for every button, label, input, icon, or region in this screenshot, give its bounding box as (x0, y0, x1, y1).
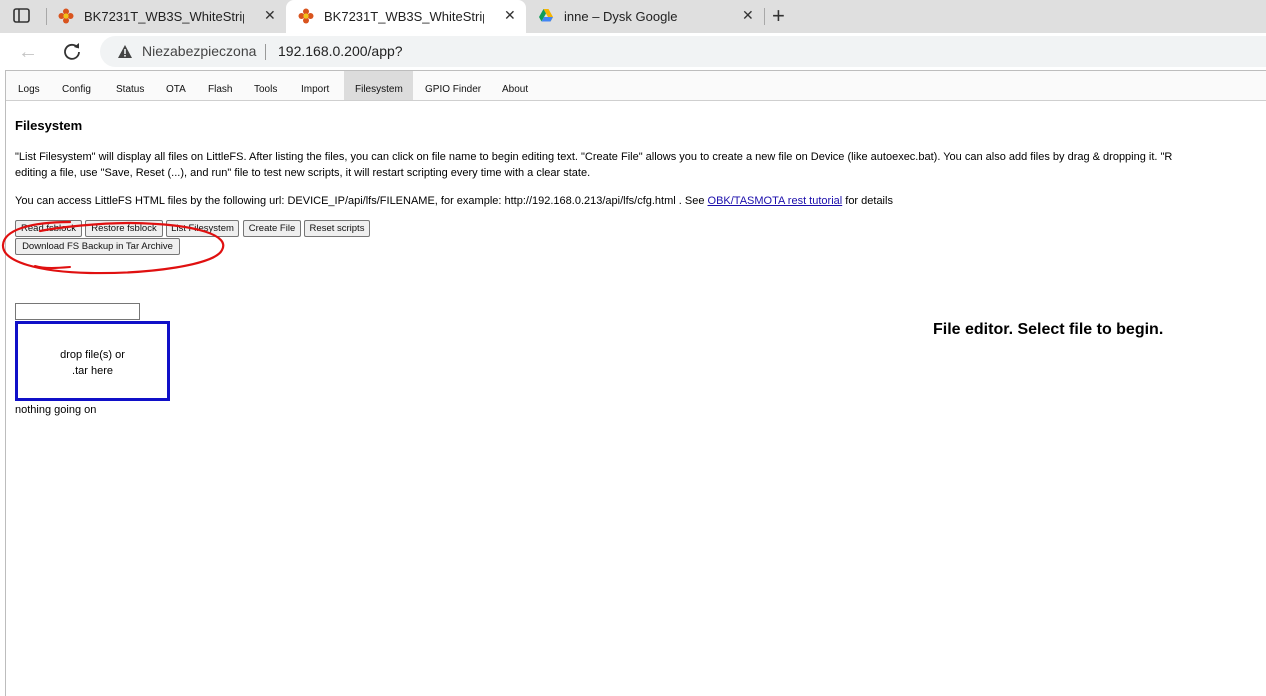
tab-tools[interactable]: Tools (246, 71, 285, 100)
tab-actions-icon[interactable] (12, 7, 32, 25)
filename-input[interactable] (15, 303, 140, 320)
browser-toolbar: ← Niezabezpieczona 192.168.0.200/app? (0, 33, 1266, 70)
list-filesystem-button[interactable]: List Filesystem (166, 220, 239, 237)
browser-tab-3[interactable]: inne – Dysk Google ✕ (526, 0, 764, 33)
dropzone-line-1: drop file(s) or (60, 349, 125, 361)
tab-title: inne – Dysk Google (564, 9, 678, 24)
tab-gpio-finder[interactable]: GPIO Finder (417, 71, 489, 100)
lfs-url-description: You can access LittleFS HTML files by th… (15, 193, 1266, 209)
close-tab-button[interactable]: ✕ (264, 7, 276, 24)
flower-icon (58, 8, 74, 24)
tab-about[interactable]: About (494, 71, 536, 100)
dropzone-line-2: .tar here (72, 365, 113, 377)
download-backup-button[interactable]: Download FS Backup in Tar Archive (15, 238, 180, 255)
read-fsblock-button[interactable]: Read fsblock (15, 220, 82, 237)
reload-icon[interactable] (62, 41, 82, 61)
close-tab-button[interactable]: ✕ (504, 7, 516, 24)
security-label[interactable]: Niezabezpieczona (142, 43, 256, 59)
close-tab-button[interactable]: ✕ (742, 7, 754, 24)
description-line-1: "List Filesystem" will display all files… (15, 151, 1173, 163)
back-arrow-icon[interactable]: ← (18, 41, 38, 64)
app-tab-bar: Logs Config Status OTA Flash Tools Impor… (6, 71, 1266, 101)
url-text[interactable]: 192.168.0.200/app? (278, 43, 403, 59)
upload-status: nothing going on (15, 404, 97, 416)
tab-filesystem[interactable]: Filesystem (344, 71, 413, 100)
description-line-2: editing a file, use "Save, Reset (...), … (15, 167, 591, 179)
tab-logs[interactable]: Logs (10, 71, 48, 100)
file-editor-message: File editor. Select file to begin. (933, 321, 1164, 338)
address-bar[interactable]: Niezabezpieczona 192.168.0.200/app? (100, 36, 1266, 67)
tab-title: BK7231T_WB3S_WhiteStripWindow (84, 9, 244, 24)
tab-status[interactable]: Status (108, 71, 152, 100)
page-title: Filesystem (15, 118, 83, 133)
web-page: Logs Config Status OTA Flash Tools Impor… (5, 70, 1266, 696)
flower-icon (298, 8, 314, 24)
restore-fsblock-button[interactable]: Restore fsblock (85, 220, 163, 237)
browser-tab-2-active[interactable]: BK7231T_WB3S_WhiteStripWindow ✕ (286, 0, 526, 33)
create-file-button[interactable]: Create File (243, 220, 301, 237)
rest-tutorial-link[interactable]: OBK/TASMOTA rest tutorial (708, 195, 843, 207)
lfs-url-text: You can access LittleFS HTML files by th… (15, 195, 708, 207)
tab-separator (764, 8, 765, 25)
google-drive-icon (539, 9, 553, 22)
reset-scripts-button[interactable]: Reset scripts (304, 220, 370, 237)
warning-icon[interactable] (117, 44, 133, 59)
new-tab-button[interactable]: + (772, 5, 785, 27)
tab-title: BK7231T_WB3S_WhiteStripWindow (324, 9, 484, 24)
browser-tab-1[interactable]: BK7231T_WB3S_WhiteStripWindow ✕ (46, 0, 286, 33)
tab-flash[interactable]: Flash (200, 71, 240, 100)
file-drop-zone[interactable]: drop file(s) or .tar here (15, 321, 170, 401)
tab-import[interactable]: Import (293, 71, 337, 100)
browser-tab-strip: BK7231T_WB3S_WhiteStripWindow ✕ BK7231T_… (0, 0, 1266, 33)
filesystem-description: "List Filesystem" will display all files… (15, 149, 1266, 181)
tab-config[interactable]: Config (54, 71, 99, 100)
address-separator (265, 44, 266, 60)
lfs-url-suffix: for details (842, 195, 893, 207)
tab-ota[interactable]: OTA (158, 71, 194, 100)
